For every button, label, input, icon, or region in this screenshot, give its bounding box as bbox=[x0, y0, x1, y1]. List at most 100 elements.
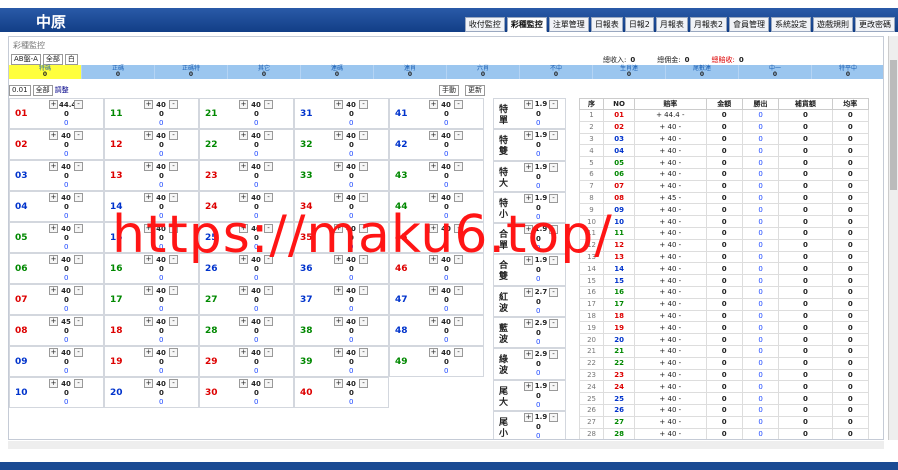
increase-button[interactable]: + bbox=[334, 379, 343, 388]
increase-button[interactable]: + bbox=[144, 379, 153, 388]
summary-cell[interactable]: 特平中 0 bbox=[812, 65, 883, 79]
summary-cell[interactable]: 連肖 0 bbox=[374, 65, 447, 79]
nav-tab[interactable]: 收付監控 bbox=[464, 17, 505, 32]
decrease-button[interactable]: - bbox=[676, 418, 682, 426]
increase-button[interactable]: + bbox=[239, 379, 248, 388]
horizontal-scrollbar[interactable] bbox=[8, 441, 884, 449]
increase-button[interactable]: + bbox=[524, 350, 533, 360]
decrease-button[interactable]: - bbox=[264, 100, 273, 109]
decrease-button[interactable]: - bbox=[549, 350, 558, 360]
increase-button[interactable]: + bbox=[144, 131, 153, 140]
decrease-button[interactable]: - bbox=[454, 348, 463, 357]
decrease-button[interactable]: - bbox=[264, 379, 273, 388]
increase-button[interactable]: + bbox=[429, 286, 438, 295]
decrease-button[interactable]: - bbox=[549, 287, 558, 297]
decrease-button[interactable]: - bbox=[676, 241, 682, 249]
nav-tab[interactable]: 日報2 bbox=[624, 17, 654, 32]
increase-button[interactable]: + bbox=[334, 100, 343, 109]
decrease-button[interactable]: - bbox=[676, 265, 682, 273]
increase-button[interactable]: + bbox=[144, 100, 153, 109]
increase-button[interactable]: + bbox=[429, 162, 438, 171]
increase-button[interactable]: + bbox=[659, 241, 667, 249]
decrease-button[interactable]: - bbox=[264, 286, 273, 295]
increase-button[interactable]: + bbox=[144, 348, 153, 357]
increase-button[interactable]: + bbox=[659, 347, 667, 355]
increase-button[interactable]: + bbox=[659, 406, 667, 414]
increase-button[interactable]: + bbox=[49, 286, 58, 295]
increase-button[interactable]: + bbox=[656, 111, 664, 119]
decrease-button[interactable]: - bbox=[359, 379, 368, 388]
decrease-button[interactable]: - bbox=[454, 286, 463, 295]
increase-button[interactable]: + bbox=[659, 123, 667, 131]
increase-button[interactable]: + bbox=[659, 218, 667, 226]
increase-button[interactable]: + bbox=[659, 265, 667, 273]
decrease-button[interactable]: - bbox=[74, 193, 83, 202]
summary-cell[interactable]: 尾數連 0 bbox=[666, 65, 739, 79]
summary-cell[interactable]: 正碼特 0 bbox=[155, 65, 228, 79]
increase-button[interactable]: + bbox=[334, 193, 343, 202]
decrease-button[interactable]: - bbox=[74, 317, 83, 326]
color-select[interactable]: 白 bbox=[64, 54, 78, 65]
summary-cell[interactable]: 中一 0 bbox=[739, 65, 812, 79]
decrease-button[interactable]: - bbox=[454, 100, 463, 109]
scroll-thumb[interactable] bbox=[890, 60, 897, 190]
decrease-button[interactable]: - bbox=[169, 100, 178, 109]
increase-button[interactable]: + bbox=[524, 131, 533, 141]
decrease-button[interactable]: - bbox=[359, 131, 368, 140]
increase-button[interactable]: + bbox=[659, 359, 667, 367]
decrease-button[interactable]: - bbox=[676, 147, 682, 155]
nav-tab[interactable]: 月報表 bbox=[655, 17, 688, 32]
decrease-button[interactable]: - bbox=[549, 412, 558, 422]
decrease-button[interactable]: - bbox=[549, 381, 558, 391]
decrease-button[interactable]: - bbox=[169, 193, 178, 202]
increase-button[interactable]: + bbox=[334, 162, 343, 171]
decrease-button[interactable]: - bbox=[676, 406, 682, 414]
decrease-button[interactable]: - bbox=[676, 218, 682, 226]
increase-button[interactable]: + bbox=[429, 348, 438, 357]
increase-button[interactable]: + bbox=[659, 229, 667, 237]
summary-cell[interactable]: 特碼 0 bbox=[9, 65, 82, 79]
decrease-button[interactable]: - bbox=[676, 206, 682, 214]
vertical-scrollbar[interactable] bbox=[888, 36, 898, 440]
decrease-button[interactable]: - bbox=[454, 317, 463, 326]
decrease-button[interactable]: - bbox=[264, 162, 273, 171]
decrease-button[interactable]: - bbox=[676, 383, 682, 391]
increase-button[interactable]: + bbox=[659, 371, 667, 379]
increase-button[interactable]: + bbox=[144, 162, 153, 171]
decrease-button[interactable]: - bbox=[676, 324, 682, 332]
nav-tab[interactable]: 日報表 bbox=[590, 17, 623, 32]
decrease-button[interactable]: - bbox=[359, 348, 368, 357]
nav-tab[interactable]: 系統設定 bbox=[771, 17, 811, 32]
increase-button[interactable]: + bbox=[659, 206, 667, 214]
decrease-button[interactable]: - bbox=[676, 229, 682, 237]
increase-button[interactable]: + bbox=[334, 317, 343, 326]
increase-button[interactable]: + bbox=[659, 182, 667, 190]
increase-button[interactable]: + bbox=[239, 131, 248, 140]
increase-button[interactable]: + bbox=[659, 324, 667, 332]
decrease-button[interactable]: - bbox=[264, 348, 273, 357]
increase-button[interactable]: + bbox=[524, 162, 533, 172]
summary-cell[interactable]: 六肖 0 bbox=[447, 65, 520, 79]
decrease-button[interactable]: - bbox=[676, 430, 682, 438]
decrease-button[interactable]: - bbox=[169, 286, 178, 295]
increase-button[interactable]: + bbox=[239, 162, 248, 171]
increase-button[interactable]: + bbox=[239, 286, 248, 295]
nav-tab[interactable]: 會員管理 bbox=[729, 17, 769, 32]
increase-button[interactable]: + bbox=[659, 159, 667, 167]
decrease-button[interactable]: - bbox=[676, 123, 682, 131]
decrease-button[interactable]: - bbox=[264, 131, 273, 140]
increase-button[interactable]: + bbox=[659, 194, 667, 202]
increase-button[interactable]: + bbox=[524, 100, 533, 109]
increase-button[interactable]: + bbox=[524, 319, 533, 329]
decrease-button[interactable]: - bbox=[359, 286, 368, 295]
nav-tab[interactable]: 彩種監控 bbox=[506, 17, 547, 32]
decrease-button[interactable]: - bbox=[74, 224, 83, 233]
decrease-button[interactable]: - bbox=[454, 193, 463, 202]
scope-select[interactable]: 全部 bbox=[42, 54, 63, 65]
summary-cell[interactable]: 正碼 0 bbox=[82, 65, 155, 79]
increase-button[interactable]: + bbox=[49, 224, 58, 233]
increase-button[interactable]: + bbox=[334, 131, 343, 140]
increase-button[interactable]: + bbox=[659, 288, 667, 296]
decrease-button[interactable]: - bbox=[74, 286, 83, 295]
increase-button[interactable]: + bbox=[49, 317, 58, 326]
